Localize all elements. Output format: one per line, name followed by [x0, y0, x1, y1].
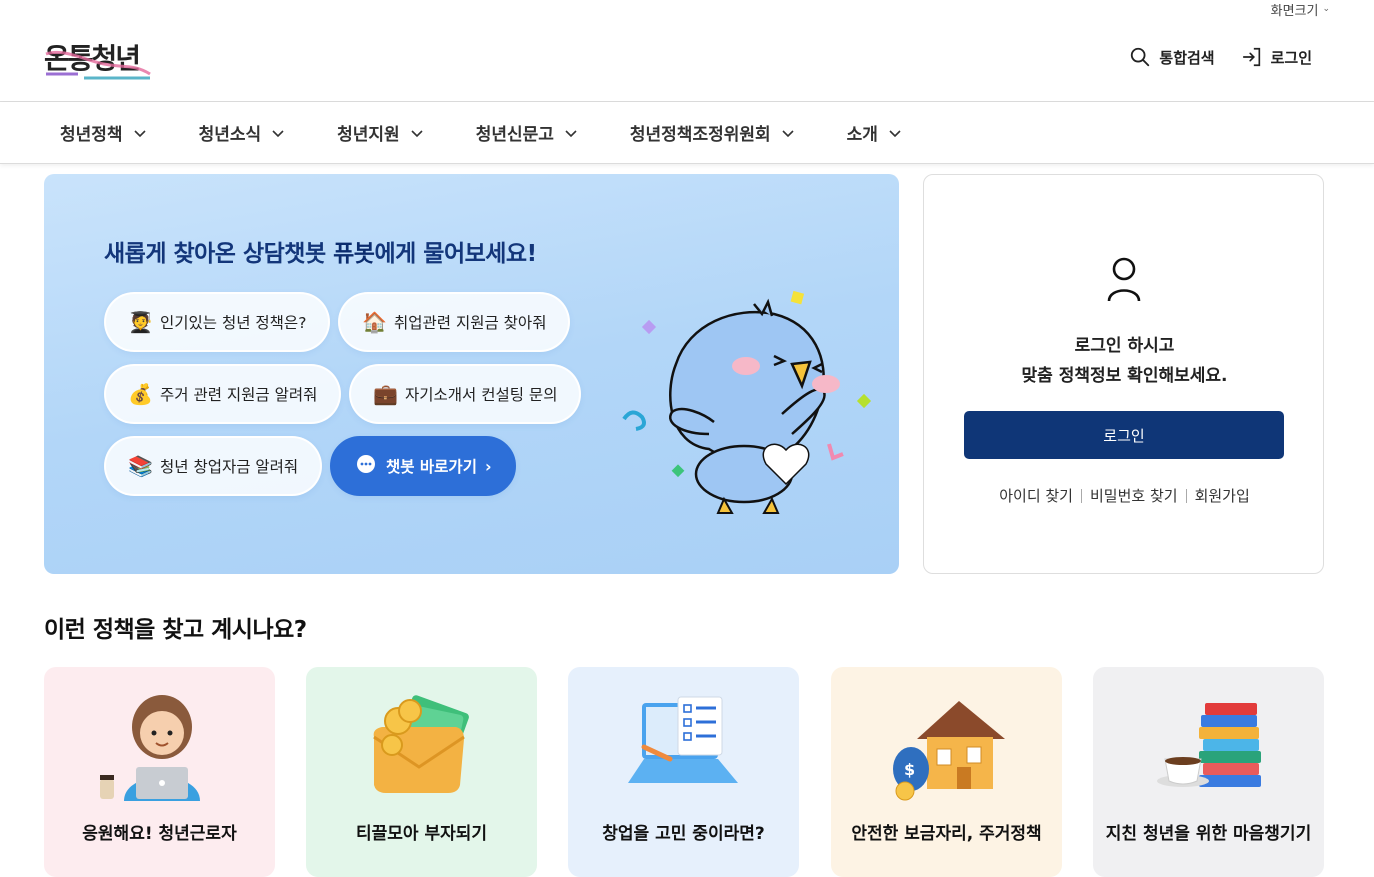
- chevron-right-icon: ›: [484, 456, 492, 476]
- account-links: 아이디 찾기 비밀번호 찾기 회원가입: [924, 485, 1325, 506]
- chevron-down-icon: [272, 129, 284, 137]
- card-housing[interactable]: $ 안전한 보금자리, 주거정책: [831, 667, 1062, 877]
- site-logo[interactable]: 온통청년: [44, 34, 154, 82]
- chip-label: 자기소개서 컨설팅 문의: [405, 386, 558, 404]
- card-label: 창업을 고민 중이라면?: [602, 824, 765, 844]
- card-label: 안전한 보금자리, 주거정책: [851, 824, 1042, 844]
- card-label: 지친 청년을 위한 마음챙기기: [1105, 824, 1312, 844]
- search-label: 통합검색: [1159, 48, 1215, 67]
- chip-label: 청년 창업자금 알려줘: [160, 458, 299, 476]
- site-header: 온통청년 통합검색 로그인: [0, 18, 1374, 102]
- laptop-icon: [627, 696, 738, 783]
- screen-size-label: 화면크기: [1270, 3, 1319, 19]
- student-icon: 🧑‍🎓: [128, 310, 153, 334]
- card-label: 응원해요! 청년근로자: [82, 824, 237, 844]
- nav-youth-petition[interactable]: 청년신문고: [476, 120, 578, 145]
- nav-label: 청년정책: [60, 125, 123, 145]
- chip-startup-fund[interactable]: 📚 청년 창업자금 알려줘: [104, 436, 323, 496]
- login-message-line1: 로그인 하시고: [1074, 336, 1175, 356]
- chat-bubble-icon: [354, 454, 378, 479]
- nav-about[interactable]: 소개: [847, 120, 902, 145]
- search-icon: [1131, 47, 1150, 67]
- wallet-icon: [372, 695, 469, 793]
- chip-employment-fund[interactable]: 🏠 취업관련 지원금 찾아줘: [338, 292, 571, 352]
- worker-icon: [99, 695, 200, 801]
- chatbot-go-button[interactable]: 챗봇 바로가기 ›: [330, 436, 516, 496]
- nav-youth-policy[interactable]: 청년정책: [60, 120, 147, 145]
- find-password-link[interactable]: 비밀번호 찾기: [1090, 485, 1178, 506]
- chip-label: 주거 관련 지원금 알려줘: [160, 386, 318, 404]
- header-login-button[interactable]: 로그인: [1241, 46, 1312, 68]
- nav-youth-committee[interactable]: 청년정책조정위원회: [630, 120, 795, 145]
- login-message-line2: 맞춤 정책정보 확인해보세요.: [1021, 366, 1228, 386]
- nav-label: 소개: [846, 125, 878, 145]
- chevron-down-icon: [565, 129, 577, 137]
- nav-youth-support[interactable]: 청년지원: [337, 120, 424, 145]
- find-id-link[interactable]: 아이디 찾기: [999, 485, 1073, 506]
- house-icon: $: [892, 701, 1005, 801]
- chip-housing-fund[interactable]: 💰 주거 관련 지원금 알려줘: [104, 364, 342, 424]
- card-label: 티끌모아 부자되기: [355, 824, 488, 844]
- chevron-down-icon: ⌄: [1322, 4, 1330, 14]
- screen-size-toggle[interactable]: 화면크기 ⌄: [1270, 0, 1330, 19]
- house-icon: 🏠: [362, 310, 387, 334]
- card-startup[interactable]: 창업을 고민 중이라면?: [568, 667, 799, 877]
- chatbot-button-label: 챗봇 바로가기: [386, 458, 477, 476]
- nav-label: 청년신문고: [475, 125, 554, 145]
- login-button[interactable]: 로그인: [964, 411, 1284, 459]
- integrated-search-button[interactable]: 통합검색: [1129, 46, 1215, 68]
- money-bag-icon: 💰: [128, 382, 153, 406]
- banner-title: 새롭게 찾아온 상담챗봇 퓨봇에게 물어보세요!: [104, 241, 537, 267]
- chatbot-mascot-illustration: [622, 290, 872, 514]
- nav-youth-news[interactable]: 청년소식: [199, 120, 286, 145]
- login-icon: [1242, 47, 1260, 67]
- nav-label: 청년정책조정위원회: [629, 125, 771, 145]
- card-youth-worker[interactable]: 응원해요! 청년근로자: [44, 667, 275, 877]
- svg-text:온통청년: 온통청년: [44, 42, 139, 75]
- logo-icon: 온통청년: [44, 42, 151, 80]
- divider: [1081, 488, 1082, 503]
- svg-text:$: $: [904, 760, 915, 779]
- login-card: 로그인 하시고 맞춤 정책정보 확인해보세요. 로그인 아이디 찾기 비밀번호 …: [923, 174, 1324, 574]
- nav-label: 청년소식: [198, 125, 262, 145]
- chatbot-banner: 새롭게 찾아온 상담챗봇 퓨봇에게 물어보세요! 🧑‍🎓 인기있는 청년 정책은…: [44, 174, 899, 574]
- chevron-down-icon: [411, 129, 423, 137]
- card-mindcare[interactable]: 지친 청년을 위한 마음챙기기: [1093, 667, 1324, 877]
- card-savings[interactable]: 티끌모아 부자되기: [306, 667, 537, 877]
- signup-link[interactable]: 회원가입: [1195, 485, 1250, 506]
- chevron-down-icon: [133, 129, 146, 137]
- chevron-down-icon: [889, 129, 901, 137]
- books-icon: 📚: [128, 454, 153, 478]
- section-title: 이런 정책을 찾고 계시나요?: [44, 617, 307, 643]
- books-icon: [1156, 703, 1261, 787]
- divider: [1185, 488, 1187, 503]
- chip-popular-policy[interactable]: 🧑‍🎓 인기있는 청년 정책은?: [104, 292, 331, 352]
- chip-resume-consulting[interactable]: 💼 자기소개서 컨설팅 문의: [349, 364, 582, 424]
- chip-label: 취업관련 지원금 찾아줘: [394, 314, 547, 332]
- briefcase-icon: 💼: [373, 382, 398, 406]
- chevron-down-icon: [782, 129, 794, 137]
- login-label: 로그인: [1270, 48, 1312, 67]
- nav-label: 청년지원: [337, 125, 400, 145]
- chip-label: 인기있는 청년 정책은?: [160, 314, 307, 332]
- user-icon: [1107, 257, 1141, 302]
- main-nav: 청년정책 청년소식 청년지원 청년신문고 청년정책조정위원회 소개: [0, 102, 1374, 164]
